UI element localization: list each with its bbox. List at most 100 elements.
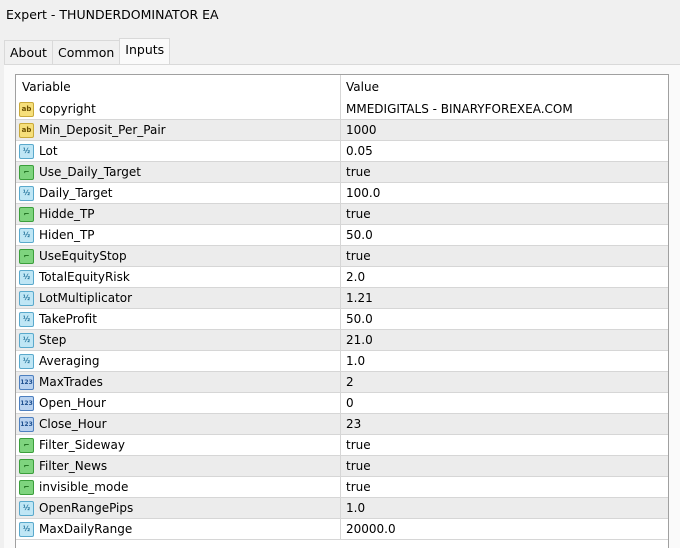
variable-name: Filter_Sideway <box>39 438 125 452</box>
variable-name: Step <box>39 333 67 347</box>
variable-cell: ⌐ Filter_Sideway <box>16 435 341 455</box>
table-row[interactable]: ½ Lot 0.05 <box>16 141 668 162</box>
value-cell[interactable]: 50.0 <box>341 225 668 245</box>
variable-cell: ½ Hiden_TP <box>16 225 341 245</box>
value-cell[interactable]: 1.21 <box>341 288 668 308</box>
table-row[interactable]: ⌐ invisible_mode true <box>16 477 668 498</box>
table-row[interactable]: ½ LotMultiplicator 1.21 <box>16 288 668 309</box>
variable-cell: ½ Averaging <box>16 351 341 371</box>
variable-cell: 123 Open_Hour <box>16 393 341 413</box>
value-cell[interactable]: 21.0 <box>341 330 668 350</box>
variable-name: Filter_News <box>39 459 108 473</box>
tab-about[interactable]: About <box>4 40 53 64</box>
double-type-icon: ½ <box>19 353 34 369</box>
table-row[interactable]: ab Min_Deposit_Per_Pair 1000 <box>16 120 668 141</box>
variable-name: LotMultiplicator <box>39 291 133 305</box>
table-row[interactable]: 123 Close_Hour 23 <box>16 414 668 435</box>
table-row[interactable]: ⌐ Use_Daily_Target true <box>16 162 668 183</box>
value-cell[interactable]: 1000 <box>341 120 668 140</box>
table-row[interactable]: ab copyright MMEDIGITALS - BINARYFOREXEA.C… <box>16 99 668 120</box>
variable-name: Min_Deposit_Per_Pair <box>39 123 166 137</box>
bool-type-icon: ⌐ <box>19 164 34 180</box>
inputs-table: Variable Value ab copyright MMEDIGITALS - … <box>15 74 669 548</box>
value-cell[interactable]: true <box>341 204 668 224</box>
column-header-value[interactable]: Value <box>341 75 668 99</box>
variable-name: MaxDailyRange <box>39 522 133 536</box>
value-cell[interactable]: true <box>341 162 668 182</box>
value-cell[interactable]: true <box>341 456 668 476</box>
variable-name: Use_Daily_Target <box>39 165 141 179</box>
column-header-variable[interactable]: Variable <box>16 75 341 99</box>
double-type-icon: ½ <box>19 269 34 285</box>
variable-cell: ⌐ UseEquityStop <box>16 246 341 266</box>
variable-name: Hidde_TP <box>39 207 95 221</box>
value-cell[interactable]: 20000.0 <box>341 519 668 539</box>
tab-bar: About Common Inputs <box>4 38 171 64</box>
variable-cell: 123 Close_Hour <box>16 414 341 434</box>
variable-name: Close_Hour <box>39 417 107 431</box>
table-row[interactable]: 123 Open_Hour 0 <box>16 393 668 414</box>
table-row[interactable]: ⌐ Hidde_TP true <box>16 204 668 225</box>
variable-name: invisible_mode <box>39 480 129 494</box>
variable-name: Hiden_TP <box>39 228 95 242</box>
int-type-icon: 123 <box>19 416 34 432</box>
tab-inputs[interactable]: Inputs <box>119 38 171 64</box>
double-type-icon: ½ <box>19 185 34 201</box>
value-cell[interactable]: true <box>341 246 668 266</box>
variable-cell: ½ Lot <box>16 141 341 161</box>
value-cell[interactable]: 1.0 <box>341 351 668 371</box>
variable-cell: ½ TotalEquityRisk <box>16 267 341 287</box>
table-row[interactable]: ⌐ Filter_News true <box>16 456 668 477</box>
table-row[interactable]: ½ MaxDailyRange 20000.0 <box>16 519 668 540</box>
value-cell[interactable]: 50.0 <box>341 309 668 329</box>
value-cell[interactable]: 0 <box>341 393 668 413</box>
value-cell[interactable]: 100.0 <box>341 183 668 203</box>
variable-name: Open_Hour <box>39 396 106 410</box>
table-row[interactable]: ½ TakeProfit 50.0 <box>16 309 668 330</box>
bool-type-icon: ⌐ <box>19 479 34 495</box>
value-cell[interactable]: 2.0 <box>341 267 668 287</box>
variable-cell: ⌐ Hidde_TP <box>16 204 341 224</box>
double-type-icon: ½ <box>19 311 34 327</box>
variable-name: MaxTrades <box>39 375 103 389</box>
bool-type-icon: ⌐ <box>19 437 34 453</box>
variable-name: Daily_Target <box>39 186 113 200</box>
variable-cell: ⌐ invisible_mode <box>16 477 341 497</box>
table-row[interactable]: ½ TotalEquityRisk 2.0 <box>16 267 668 288</box>
value-cell[interactable]: 2 <box>341 372 668 392</box>
value-cell[interactable]: true <box>341 477 668 497</box>
table-row[interactable]: ⌐ Filter_Sideway true <box>16 435 668 456</box>
double-type-icon: ½ <box>19 521 34 537</box>
string-type-icon: ab <box>19 122 34 138</box>
variable-name: TakeProfit <box>39 312 97 326</box>
window-title: Expert - THUNDERDOMINATOR EA <box>6 7 219 22</box>
table-row[interactable]: ½ OpenRangePips 1.0 <box>16 498 668 519</box>
variable-cell: ½ OpenRangePips <box>16 498 341 518</box>
value-cell[interactable]: 0.05 <box>341 141 668 161</box>
variable-cell: ½ TakeProfit <box>16 309 341 329</box>
value-cell[interactable]: 23 <box>341 414 668 434</box>
variable-cell: ½ Step <box>16 330 341 350</box>
table-row[interactable]: 123 MaxTrades 2 <box>16 372 668 393</box>
table-row[interactable]: ⌐ UseEquityStop true <box>16 246 668 267</box>
tab-common[interactable]: Common <box>51 40 121 64</box>
variable-name: copyright <box>39 102 96 116</box>
table-row[interactable]: ½ Hiden_TP 50.0 <box>16 225 668 246</box>
double-type-icon: ½ <box>19 143 34 159</box>
value-cell[interactable]: 1.0 <box>341 498 668 518</box>
variable-cell: ½ Daily_Target <box>16 183 341 203</box>
table-row[interactable]: ½ Daily_Target 100.0 <box>16 183 668 204</box>
table-row[interactable]: ½ Step 21.0 <box>16 330 668 351</box>
variable-cell: ⌐ Use_Daily_Target <box>16 162 341 182</box>
variable-cell: ab copyright <box>16 99 341 119</box>
value-cell[interactable]: MMEDIGITALS - BINARYFOREXEA.COM <box>341 99 668 119</box>
double-type-icon: ½ <box>19 290 34 306</box>
double-type-icon: ½ <box>19 500 34 516</box>
variable-name: Averaging <box>39 354 100 368</box>
variable-cell: 123 MaxTrades <box>16 372 341 392</box>
variable-cell: ½ MaxDailyRange <box>16 519 341 539</box>
variable-cell: ⌐ Filter_News <box>16 456 341 476</box>
value-cell[interactable]: true <box>341 435 668 455</box>
variable-name: TotalEquityRisk <box>39 270 130 284</box>
table-row[interactable]: ½ Averaging 1.0 <box>16 351 668 372</box>
